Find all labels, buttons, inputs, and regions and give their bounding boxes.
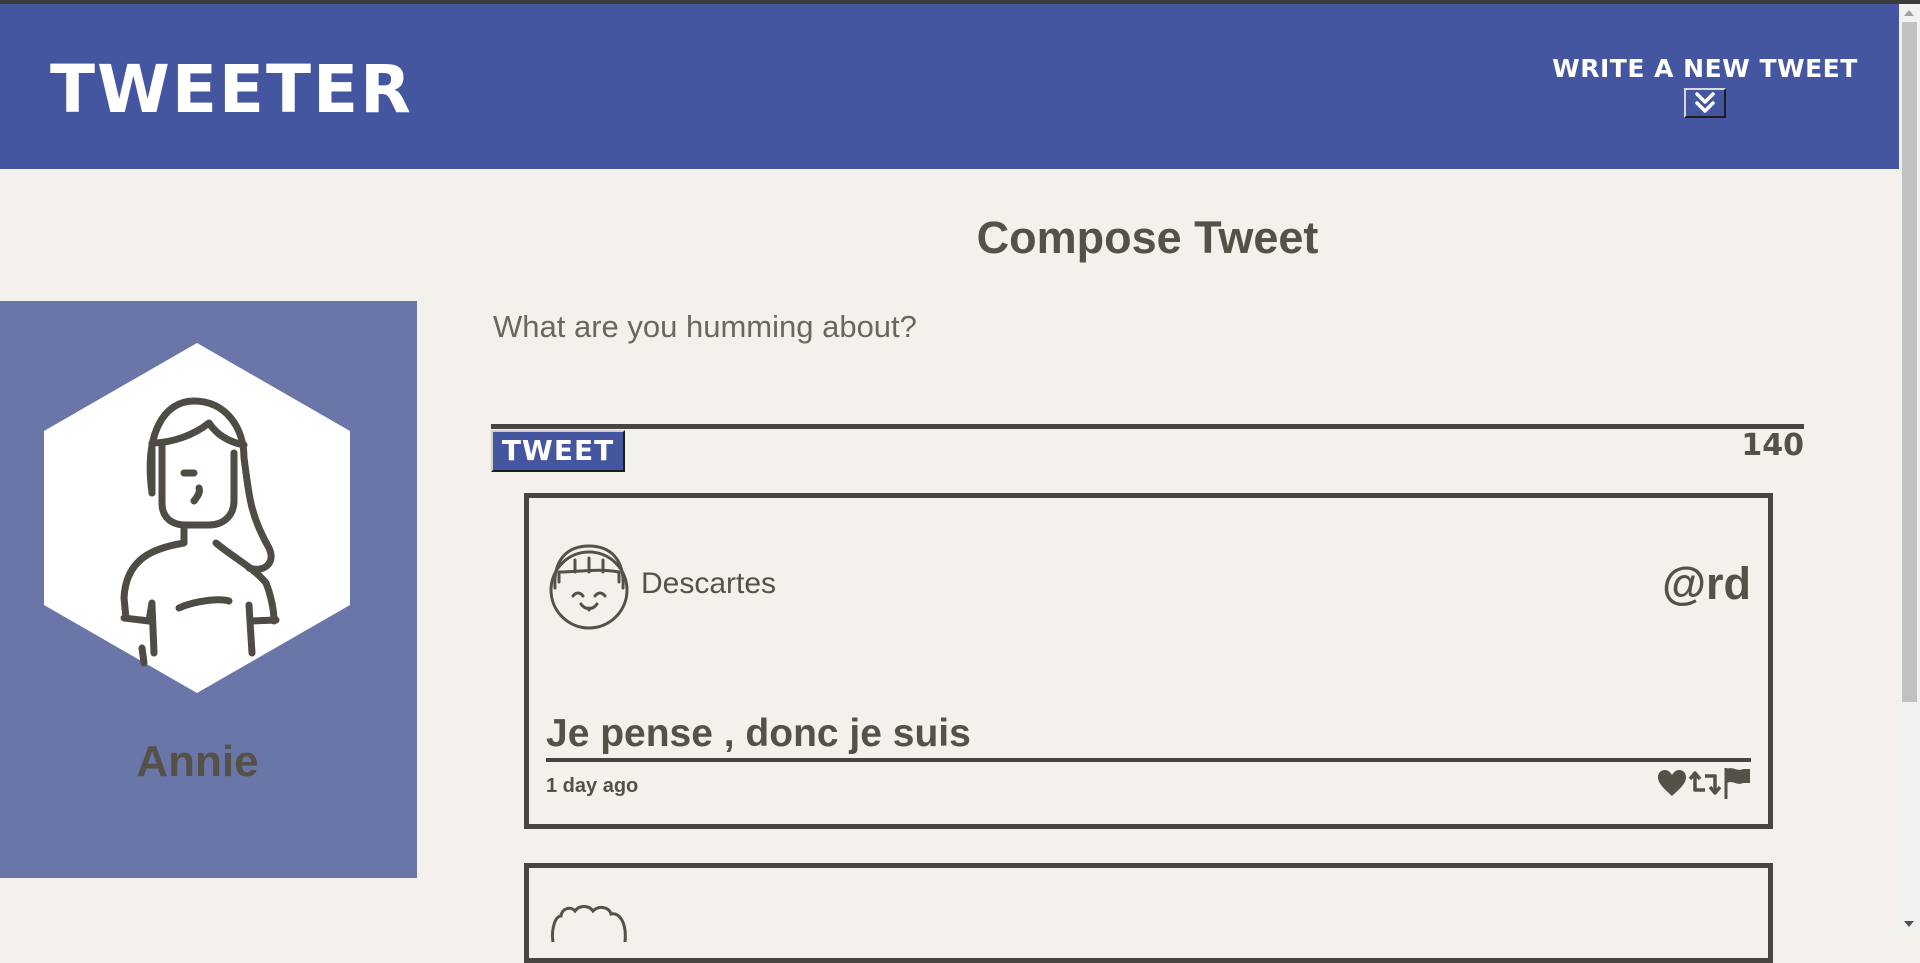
- double-chevron-down-icon: [1695, 92, 1715, 113]
- page-scrollbar[interactable]: [1899, 4, 1920, 933]
- tweet-timestamp: 1 day ago: [546, 775, 639, 797]
- tweet-author-avatar-icon: [549, 544, 629, 630]
- scroll-thumb[interactable]: [1902, 22, 1917, 702]
- write-new-tweet-toggle[interactable]: WRITE A NEW TWEET: [1540, 54, 1870, 118]
- brand-logo: TWEETER: [50, 51, 413, 128]
- tweet-author-avatar-icon: [551, 905, 627, 942]
- char-counter: 140: [1741, 428, 1804, 463]
- tweet-submit-button[interactable]: TWEET: [491, 430, 625, 472]
- compose-divider: [491, 424, 1804, 429]
- tweet-author-handle: @rd: [1662, 558, 1751, 609]
- tweet-actions: [1657, 766, 1751, 805]
- tweet-text: Je pense , donc je suis: [546, 712, 971, 755]
- tweet-author-name: Descartes: [641, 567, 777, 600]
- compose-toggle-button[interactable]: [1684, 88, 1726, 118]
- user-profile-card: Annie: [0, 301, 417, 878]
- tweet-card: Descartes @rd Je pense , donc je suis 1 …: [524, 493, 1773, 829]
- compose-title: Compose Tweet: [976, 212, 1319, 263]
- tweet-card: [524, 863, 1773, 963]
- tweet-divider: [546, 758, 1751, 762]
- scroll-up-arrow-icon[interactable]: [1904, 10, 1914, 16]
- top-navbar: TWEETER WRITE A NEW TWEET: [0, 4, 1899, 169]
- scroll-down-arrow-icon[interactable]: [1904, 921, 1914, 927]
- profile-name: Annie: [136, 737, 259, 786]
- user-avatar-icon: [44, 343, 350, 693]
- tweet-text-input[interactable]: [491, 306, 1808, 348]
- flag-icon[interactable]: [1723, 766, 1751, 805]
- retweet-icon[interactable]: [1687, 768, 1723, 803]
- write-new-tweet-label[interactable]: WRITE A NEW TWEET: [1540, 54, 1870, 84]
- heart-icon[interactable]: [1657, 769, 1687, 802]
